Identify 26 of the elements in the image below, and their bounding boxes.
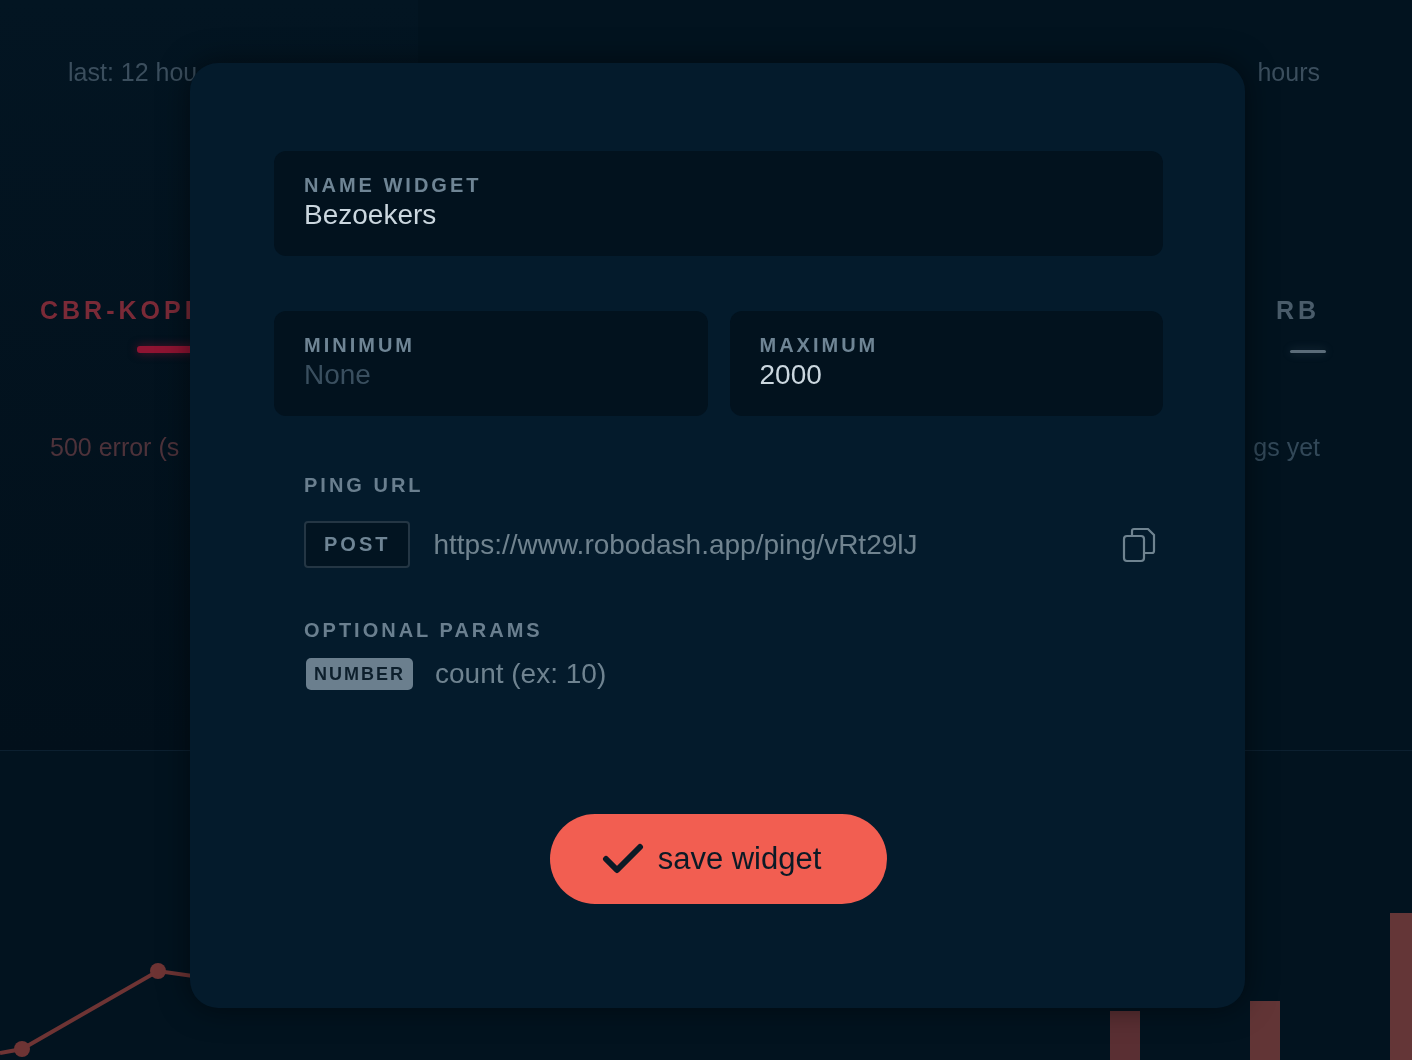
status-bar — [1290, 350, 1326, 353]
chart-point — [150, 963, 166, 979]
input-field[interactable]: MAXIMUM 2000 — [729, 311, 1163, 416]
param-name: count (ex: 10) — [435, 658, 607, 690]
check-icon — [601, 843, 644, 875]
text-input[interactable]: 2000 — [759, 357, 1133, 393]
save-button[interactable]: save widget — [549, 814, 888, 904]
text-input[interactable]: Bezoekers — [304, 197, 1133, 233]
section-label: OPTIONAL PARAMS — [303, 618, 544, 642]
section-label: PING URL — [303, 473, 425, 497]
chart-point — [14, 1041, 30, 1057]
method-tag: POST — [304, 521, 411, 568]
ping-url: https://www.robodash.app/ping/vRt29lJ — [433, 528, 919, 561]
status-message: gs yet — [1253, 432, 1320, 463]
card-subtitle: hours — [1257, 57, 1320, 88]
chart-bar — [1110, 1011, 1140, 1060]
card-title: RB — [1275, 295, 1320, 326]
input-field[interactable]: MINIMUM None — [274, 311, 708, 416]
status-message: 500 error (s — [50, 432, 180, 463]
chart-bar — [1250, 1001, 1280, 1060]
card-title: CBR-KOPI — [40, 295, 196, 326]
name-field[interactable]: NAME WIDGET Bezoekers — [274, 151, 1163, 256]
text-input[interactable]: None — [304, 357, 678, 393]
card-subtitle: last: 12 hou — [68, 57, 198, 88]
type-tag: NUMBER — [306, 658, 413, 690]
copy-icon[interactable] — [1122, 526, 1156, 563]
